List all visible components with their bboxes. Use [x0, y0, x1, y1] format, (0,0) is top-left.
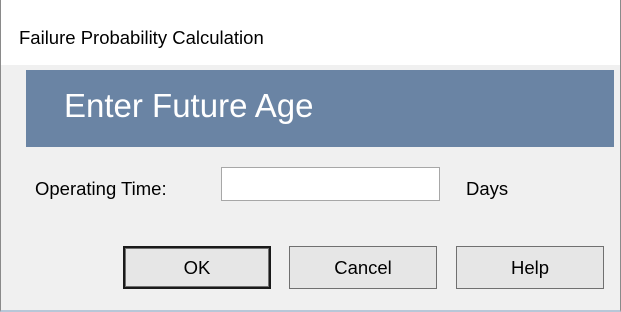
- days-unit-label: Days: [466, 178, 509, 199]
- ok-button[interactable]: OK: [123, 246, 271, 289]
- help-button[interactable]: Help: [456, 246, 604, 289]
- banner-heading: Enter Future Age: [64, 87, 314, 124]
- operating-time-label: Operating Time:: [35, 178, 167, 199]
- cancel-button[interactable]: Cancel: [289, 246, 437, 289]
- window-title: Failure Probability Calculation: [19, 27, 264, 48]
- failure-probability-dialog: Failure Probability Calculation Enter Fu…: [0, 0, 621, 312]
- title-bar[interactable]: Failure Probability Calculation: [1, 0, 620, 65]
- header-banner: Enter Future Age: [26, 70, 614, 147]
- operating-time-input[interactable]: [221, 167, 440, 201]
